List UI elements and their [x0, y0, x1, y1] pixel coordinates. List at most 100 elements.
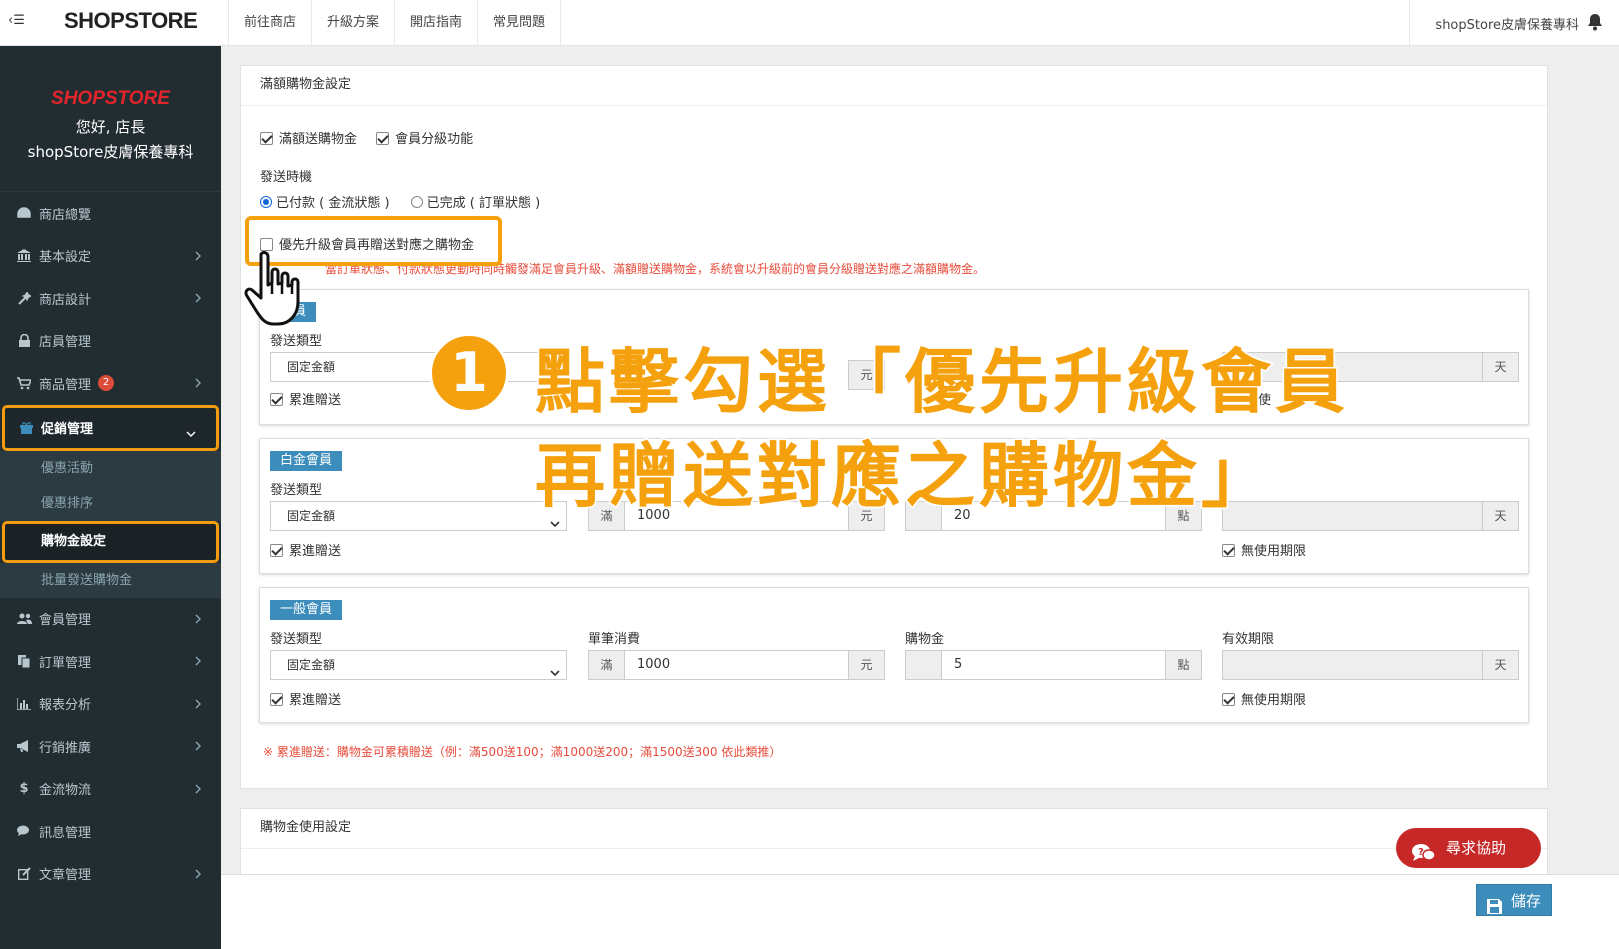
- panel-title: 購物金使用設定: [241, 809, 1547, 849]
- feature-toggles: 滿額送購物金 會員分級功能: [260, 128, 473, 147]
- accumulate-checkbox[interactable]: 累進贈送: [270, 540, 341, 559]
- spend-input[interactable]: 1000: [625, 650, 848, 680]
- annotation-line-2: 再贈送對應之購物金」: [534, 434, 1275, 519]
- sidebar-item-promotions[interactable]: 促銷管理: [2, 404, 219, 451]
- send-type-select[interactable]: 固定金額: [270, 501, 567, 531]
- points-prefix: [905, 650, 942, 680]
- sub-item-promo-events[interactable]: 優惠活動: [0, 450, 221, 486]
- select-value: 固定金額: [287, 360, 336, 374]
- users-icon: [16, 611, 32, 627]
- sidebar-item-label: 金流物流: [39, 783, 92, 799]
- accumulate-checkbox[interactable]: 累進贈送: [270, 689, 341, 708]
- top-bar: ‹☰ SHOPSTORE 前往商店 升級方案 開店指南 常見問題 shopSto…: [0, 0, 1619, 46]
- bell-icon[interactable]: [1587, 13, 1603, 35]
- accumulate-label: 累進贈送: [289, 693, 342, 708]
- no-expiry-checkbox[interactable]: 無使用期限: [1222, 540, 1306, 559]
- unit-point: 點: [1165, 650, 1202, 680]
- sidebar-item-marketing[interactable]: 行銷推廣: [0, 725, 221, 768]
- shop-name-menu[interactable]: shopStore皮膚保養專科: [1435, 14, 1579, 33]
- nav-guide[interactable]: 開店指南: [394, 0, 477, 46]
- unit-yuan: 元: [848, 650, 885, 680]
- sidebar-item-overview[interactable]: 商店總覽: [0, 192, 221, 235]
- chevron-right-icon: [195, 740, 201, 755]
- sidebar-toggle-icon[interactable]: ‹☰: [8, 13, 25, 28]
- sidebar-header: SHOPSTORE 您好, 店長 shopStore皮膚保養專科: [0, 46, 221, 192]
- send-timing-label: 發送時機: [260, 170, 313, 185]
- expiry-input[interactable]: [1222, 650, 1482, 680]
- tier-badge: 一般會員: [270, 600, 343, 620]
- send-type-col: 發送類型 固定金額: [270, 330, 567, 382]
- nav-upgrade[interactable]: 升級方案: [311, 0, 394, 46]
- chevron-right-icon: [195, 783, 201, 798]
- cart-icon: [16, 375, 32, 391]
- no-expiry-label: 無使用期限: [1241, 693, 1307, 708]
- radio-icon: [260, 196, 272, 208]
- member-level-checkbox[interactable]: 會員分級功能: [376, 132, 473, 147]
- accumulate-label: 累進贈送: [289, 544, 342, 559]
- sidebar-item-reports[interactable]: 報表分析: [0, 683, 221, 726]
- brand-logo[interactable]: SHOPSTORE: [64, 8, 198, 34]
- sidebar-item-messages[interactable]: 訊息管理: [0, 810, 221, 853]
- no-expiry-checkbox[interactable]: 無使用期限: [1222, 689, 1306, 708]
- col-label-type: 發送類型: [270, 483, 323, 498]
- bank-icon: [16, 248, 32, 264]
- tier-box-general: 一般會員 發送類型 固定金額 單筆消費 滿 1000 元 購物金 5點 有效期限 天…: [259, 587, 1529, 723]
- tier-badge: 白金會員: [270, 451, 343, 471]
- send-type-select[interactable]: 固定金額: [270, 352, 567, 382]
- radio-paid-label: 已付款 ( 金流狀態 ): [276, 196, 390, 211]
- nav-faq[interactable]: 常見問題: [477, 0, 562, 46]
- chevron-right-icon: [195, 377, 201, 392]
- help-chat-icon: ?: [1412, 838, 1436, 878]
- greeting: 您好, 店長: [75, 118, 146, 136]
- checkbox-icon: [270, 393, 283, 406]
- full-credit-label: 滿額送購物金: [279, 132, 358, 147]
- nav-go-store[interactable]: 前往商店: [228, 0, 311, 46]
- sidebar-item-label: 訊息管理: [39, 825, 92, 841]
- radio-completed-label: 已完成 ( 訂單狀態 ): [426, 196, 541, 211]
- sidebar-item-orders[interactable]: 訂單管理: [0, 640, 221, 683]
- select-value: 固定金額: [287, 658, 336, 672]
- bar-chart-icon: [16, 696, 32, 712]
- prefix-full: 滿: [588, 650, 625, 680]
- dashboard-icon: [16, 205, 32, 221]
- chevron-right-icon: [195, 655, 201, 670]
- sub-item-promo-order[interactable]: 優惠排序: [0, 485, 221, 521]
- sidebar-item-basic-settings[interactable]: 基本設定: [0, 235, 221, 278]
- sub-item-bulk-credit[interactable]: 批量發送購物金: [0, 562, 221, 598]
- sidebar-item-label: 會員管理: [39, 613, 92, 629]
- chevron-down-icon: [550, 659, 560, 687]
- sidebar-item-products[interactable]: 商品管理 2: [0, 362, 221, 405]
- accumulate-checkbox[interactable]: 累進贈送: [270, 389, 341, 408]
- floppy-disk-icon: [1487, 893, 1502, 925]
- help-button[interactable]: ? 尋求協助: [1396, 828, 1541, 868]
- lock-icon: [16, 333, 32, 349]
- sidebar: SHOPSTORE 您好, 店長 shopStore皮膚保養專科 商店總覽 基本…: [0, 46, 221, 949]
- radio-paid[interactable]: 已付款 ( 金流狀態 ): [260, 196, 390, 211]
- checkbox-icon: [260, 132, 273, 145]
- bullhorn-icon: [16, 738, 32, 754]
- pointer-hand-icon: [243, 250, 307, 334]
- send-type-select[interactable]: 固定金額: [270, 650, 567, 680]
- chevron-right-icon: [195, 250, 201, 265]
- col-label-type: 發送類型: [270, 334, 323, 349]
- help-button-label: 尋求協助: [1446, 839, 1507, 857]
- save-button[interactable]: 儲存: [1476, 884, 1552, 916]
- sidebar-item-articles[interactable]: 文章管理: [0, 853, 221, 896]
- send-type-col: 發送類型 固定金額: [270, 628, 567, 680]
- dollar-icon: $: [19, 781, 29, 797]
- sub-item-credit-settings[interactable]: 購物金設定: [2, 520, 219, 563]
- panel-title: 滿額購物金設定: [241, 66, 1547, 106]
- sidebar-item-store-design[interactable]: 商店設計: [0, 277, 221, 320]
- sidebar-item-staff[interactable]: 店員管理: [0, 320, 221, 363]
- sidebar-item-payment-logistics[interactable]: $ 金流物流: [0, 768, 221, 811]
- points-input[interactable]: 5: [942, 650, 1165, 680]
- chevron-right-icon: [195, 292, 201, 307]
- sidebar-item-label: 基本設定: [39, 250, 92, 266]
- full-credit-checkbox[interactable]: 滿額送購物金: [260, 132, 357, 147]
- sidebar-item-members[interactable]: 會員管理: [0, 598, 221, 641]
- select-value: 固定金額: [287, 509, 336, 523]
- radio-completed[interactable]: 已完成 ( 訂單狀態 ): [410, 196, 541, 211]
- top-right: shopStore皮膚保養專科: [1409, 0, 1619, 46]
- annotation-line-1: 點擊勾選「優先升級會員: [534, 340, 1349, 425]
- edit-icon: [16, 866, 32, 882]
